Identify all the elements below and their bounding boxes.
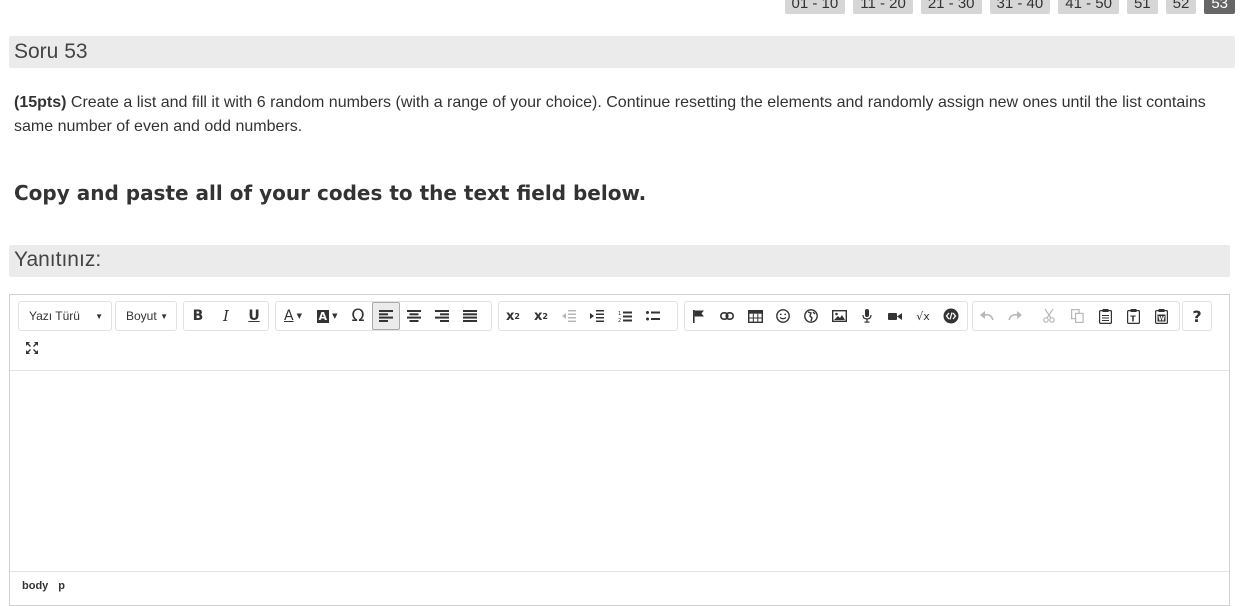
path-item-body[interactable]: body [22, 580, 48, 592]
text-color-icon[interactable]: A ▼ [276, 302, 310, 330]
question-instruction: Copy and paste all of your codes to the … [14, 181, 647, 205]
align-left-icon[interactable] [372, 302, 400, 330]
link-icon[interactable] [713, 302, 741, 330]
subscript-icon[interactable]: x2 [499, 302, 527, 330]
bold-icon[interactable]: B [184, 302, 212, 330]
bullet-list-icon[interactable] [639, 302, 667, 330]
help-group: ? [1182, 301, 1212, 331]
editor-content-area[interactable] [10, 371, 1229, 571]
rich-text-editor: Yazı Türü ▼ Boyut ▼ B I U A ▼ A ▼ Ω x 2 … [9, 294, 1230, 606]
editor-toolbar: Yazı Türü ▼ Boyut ▼ B I U A ▼ A ▼ Ω x 2 … [10, 295, 1229, 371]
numbered-list-icon[interactable]: 12 [611, 302, 639, 330]
align-right-icon[interactable] [428, 302, 456, 330]
text-style-group: B I U [183, 301, 269, 331]
font-family-label: Yazı Türü [29, 309, 80, 323]
page-link-41-50[interactable]: 41 - 50 [1058, 0, 1119, 14]
element-path: body p [22, 580, 75, 592]
path-item-p[interactable]: p [58, 580, 65, 592]
page-link-01-10[interactable]: 01 - 10 [784, 0, 846, 14]
question-header: Soru 53 [9, 36, 1235, 68]
outdent-icon[interactable] [555, 302, 583, 330]
font-size-label: Boyut [126, 309, 157, 323]
paste-icon[interactable] [1091, 302, 1119, 330]
special-character-icon[interactable]: Ω [344, 302, 372, 330]
page-link-51[interactable]: 51 [1126, 0, 1158, 14]
page-link-31-40[interactable]: 31 - 40 [989, 0, 1051, 14]
page-scrollbar[interactable] [1241, 0, 1249, 595]
math-formula-icon[interactable]: √x [909, 302, 937, 330]
page-link-53-current[interactable]: 53 [1204, 0, 1235, 14]
svg-text:W: W [1158, 315, 1165, 322]
font-size-dropdown[interactable]: Boyut ▼ [115, 301, 177, 331]
align-justify-icon[interactable] [456, 302, 484, 330]
svg-text:T: T [1130, 314, 1136, 323]
script-list-group: x2 x2 12 [498, 301, 678, 331]
source-code-icon[interactable] [937, 302, 965, 330]
svg-text:2: 2 [618, 318, 621, 323]
question-points: (15pts) [14, 94, 67, 111]
redo-icon[interactable] [1001, 302, 1029, 330]
maximize-icon[interactable] [18, 334, 46, 362]
cut-icon[interactable] [1035, 302, 1063, 330]
format-align-group: A ▼ A ▼ Ω [275, 301, 492, 331]
globe-icon[interactable] [797, 302, 825, 330]
edit-history-group: T W [972, 301, 1180, 331]
align-center-icon[interactable] [400, 302, 428, 330]
maximize-group [18, 334, 46, 362]
flag-icon[interactable] [685, 302, 713, 330]
font-family-dropdown[interactable]: Yazı Türü ▼ [18, 301, 112, 331]
italic-icon[interactable]: I [212, 302, 240, 330]
underline-icon[interactable]: U [240, 302, 268, 330]
editor-status-bar: body p [10, 571, 1229, 602]
emoji-icon[interactable] [769, 302, 797, 330]
question-title: Soru 53 [14, 40, 88, 63]
svg-text:1: 1 [618, 311, 621, 317]
paste-text-icon[interactable]: T [1119, 302, 1147, 330]
answer-label: Yanıtınız: [14, 248, 102, 271]
question-text: (15pts) Create a list and fill it with 6… [14, 91, 1224, 139]
copy-icon[interactable] [1063, 302, 1091, 330]
answer-header: Yanıtınız: [9, 245, 1230, 277]
background-color-icon[interactable]: A ▼ [310, 302, 344, 330]
table-icon[interactable] [741, 302, 769, 330]
video-icon[interactable] [881, 302, 909, 330]
page-link-11-20[interactable]: 11 - 20 [853, 0, 913, 14]
chevron-down-icon: ▼ [95, 311, 103, 321]
microphone-icon[interactable] [853, 302, 881, 330]
paste-word-icon[interactable]: W [1147, 302, 1175, 330]
undo-icon[interactable] [973, 302, 1001, 330]
indent-icon[interactable] [583, 302, 611, 330]
chevron-down-icon: ▼ [160, 311, 168, 321]
insert-group: √x [684, 301, 968, 331]
page-link-21-30[interactable]: 21 - 30 [920, 0, 982, 14]
superscript-icon[interactable]: x2 [527, 302, 555, 330]
question-pagination: 01 - 10 11 - 20 21 - 30 31 - 40 41 - 50 … [784, 0, 1235, 14]
image-icon[interactable] [825, 302, 853, 330]
page-link-52[interactable]: 52 [1165, 0, 1197, 14]
help-icon[interactable]: ? [1183, 302, 1211, 330]
question-body: Create a list and fill it with 6 random … [14, 94, 1206, 135]
